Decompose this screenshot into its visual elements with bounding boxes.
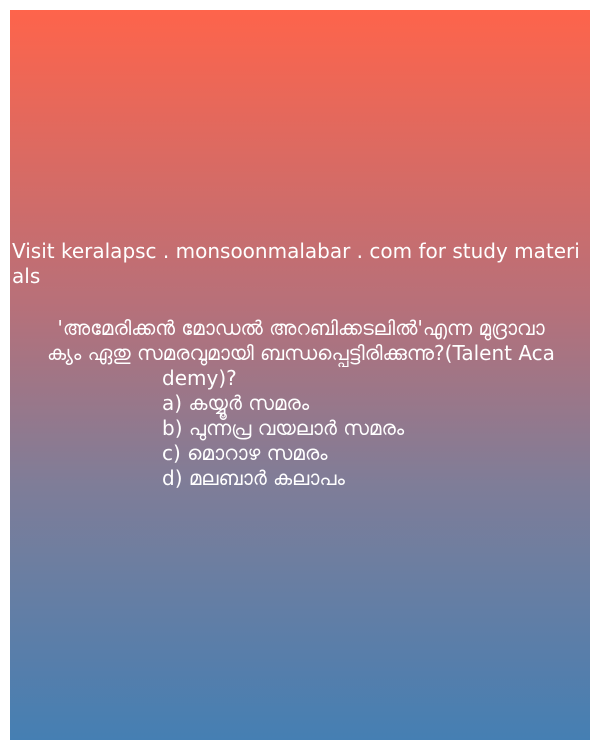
question-line-1: 'അമേരിക്കൻ മോഡൽ അറബിക്കടലിൽ'എന്ന മുദ്രാവ…	[57, 316, 545, 340]
option-a: a) കയ്യൂർ സമരം	[162, 391, 310, 415]
question-card: Visit keralapsc . monsoonmalabar . com f…	[10, 10, 590, 740]
question-text: 'അമേരിക്കൻ മോഡൽ അറബിക്കടലിൽ'എന്ന മുദ്രാവ…	[12, 316, 590, 366]
option-d: d) മലബാർ കലാപം	[162, 466, 345, 490]
question-line-2: ക്യം ഏതു സമരവുമായി ബന്ധപ്പെട്ടിരിക്കുന്ന…	[47, 341, 555, 365]
option-b: b) പുന്നപ്ര വയലാർ സമരം	[162, 416, 405, 440]
options-list: a) കയ്യൂർ സമരം b) പുന്നപ്ര വയലാർ സമരം c)…	[162, 391, 582, 491]
question-line-3: demy)?	[162, 366, 237, 390]
option-c: c) മൊറാഴ സമരം	[162, 441, 328, 465]
promo-text: Visit keralapsc . monsoonmalabar . com f…	[12, 239, 580, 288]
